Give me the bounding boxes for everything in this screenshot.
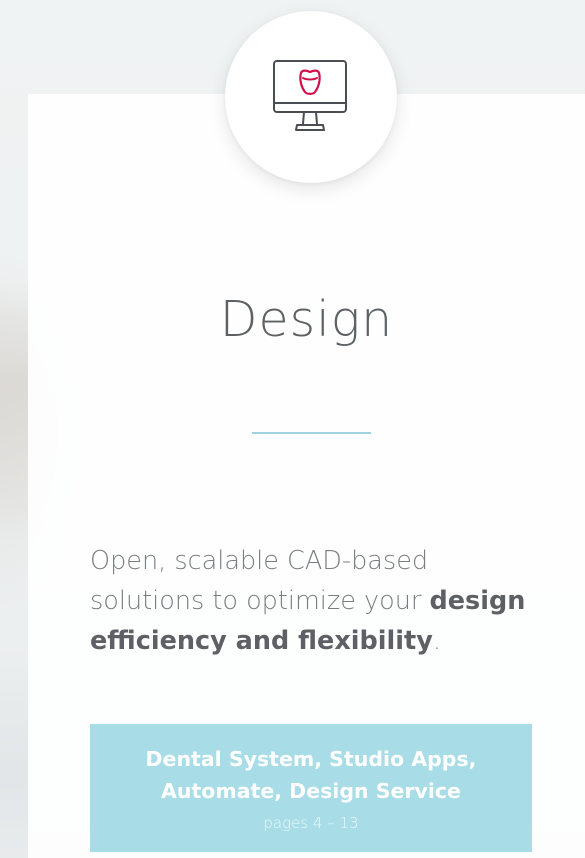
monitor-tooth-icon: [273, 60, 347, 131]
title-divider: [252, 432, 371, 434]
intro-period: .: [432, 626, 441, 656]
background-blur: [0, 650, 28, 858]
products-line-1: Dental System, Studio Apps,: [145, 747, 477, 771]
intro-text: Open, scalable CAD-based solutions to op…: [90, 546, 430, 616]
icon-badge: [225, 11, 397, 183]
page-range: pages 4 – 13: [263, 814, 359, 832]
section-intro: Open, scalable CAD-based solutions to op…: [90, 541, 540, 661]
products-line-2: Automate, Design Service: [161, 779, 461, 803]
background-blur: [0, 280, 28, 540]
products-link-box[interactable]: Dental System, Studio Apps, Automate, De…: [90, 724, 532, 852]
section-title: Design: [219, 291, 394, 348]
